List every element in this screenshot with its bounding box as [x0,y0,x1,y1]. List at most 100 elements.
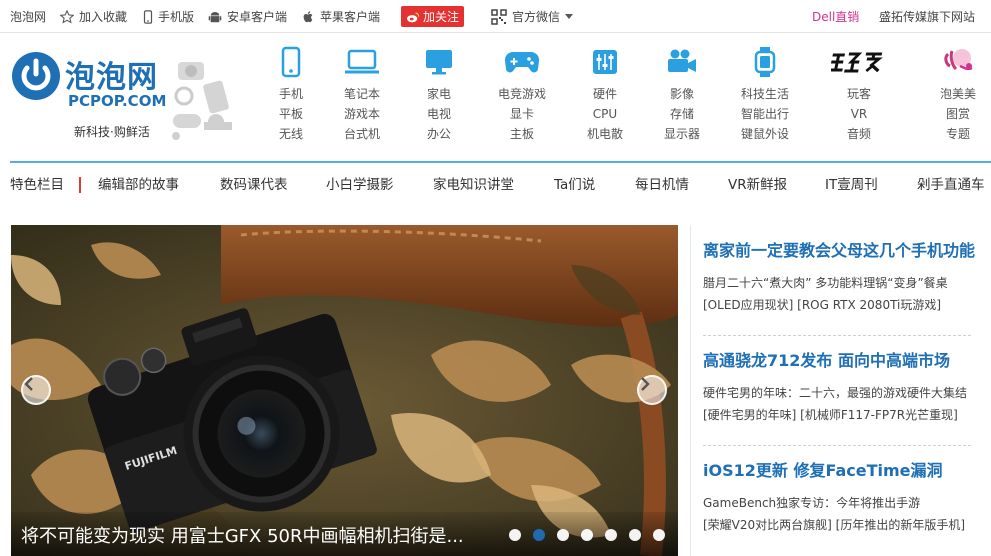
slider-dot[interactable] [581,529,593,541]
site-logo[interactable]: 泡泡网 PCPOP.COM 新科技·购鲜活 [10,48,240,158]
phone-icon [281,46,301,78]
nav-col-paomeimei-line-1[interactable]: 泡美美 [923,84,991,104]
slider-dot[interactable] [605,529,617,541]
mobile-version-link[interactable]: 手机版 [143,0,194,33]
subnav-item-they-say[interactable]: Ta们说 [554,164,595,206]
add-favorite-label: 加入收藏 [79,10,128,24]
nav-col-wanke[interactable]: 玩客 VR 音频 [824,46,894,144]
nav-col-appliance-line-2[interactable]: 电视 [404,104,474,124]
monitor-icon [426,50,452,75]
slider-next-button[interactable] [637,375,667,405]
nav-col-hardware-line-3[interactable]: 机电散 [570,124,640,144]
apple-icon [303,10,313,22]
nav-col-laptop-line-1[interactable]: 笔记本 [327,84,397,104]
news-block-2: 高通骁龙712发布 面向中高端市场 硬件宅男的年味：二十六，最强的游戏硬件大集结… [703,351,981,424]
android-icon [208,11,222,22]
news-line-2-1[interactable]: 硬件宅男的年味：二十六，最强的游戏硬件大集结 [703,384,981,402]
logo-subtitle: PCPOP.COM [68,92,167,110]
slider-dot[interactable] [557,529,569,541]
nav-col-wanke-line-2[interactable]: VR [824,104,894,124]
add-favorite-link[interactable]: 加入收藏 [60,0,127,33]
nav-col-hardware[interactable]: 硬件 CPU 机电散 [570,46,640,144]
nav-col-mobile-line-2[interactable]: 平板 [256,104,326,124]
subnav-item-appliance-lecture[interactable]: 家电知识讲堂 [433,164,514,206]
group-sites-link[interactable]: 盛拓传媒旗下网站 [879,0,975,33]
nav-col-mobile[interactable]: 手机 平板 无线 [256,46,326,144]
news-line-1-2[interactable]: [OLED应用现状] [ROG RTX 2080Ti玩游戏] [703,296,981,314]
slider-pagination [509,529,677,541]
slide-caption-bar: 将不可能变为现实 用富士GFX 50R中画幅相机扫街是... [11,512,678,556]
nav-col-wanke-line-1[interactable]: 玩客 [824,84,894,104]
news-line-1-1[interactable]: 腊月二十六“煮大肉” 多功能料理锅“变身”餐桌 [703,274,981,292]
slider-dot[interactable] [629,529,641,541]
news-line-2-2[interactable]: [硬件宅男的年味] [机械师F117-FP7R光芒重现] [703,406,981,424]
featured-separator [79,177,81,193]
dell-direct-link[interactable]: Dell直销 [812,0,859,33]
chevron-right-icon [641,377,650,391]
apple-client-link[interactable]: 苹果客户端 [301,0,380,33]
nav-col-tech-life[interactable]: 科技生活 智能出行 键鼠外设 [730,46,800,144]
weibo-follow-button[interactable]: 加关注 [401,0,465,33]
nav-col-imaging[interactable]: 影像 存储 显示器 [647,46,717,144]
nav-col-mobile-line-3[interactable]: 无线 [256,124,326,144]
featured-columns-nav: 特色栏目 编辑部的故事 数码课代表 小白学摄影 家电知识讲堂 Ta们说 每日机情… [0,164,991,206]
subnav-item-photo-school[interactable]: 小白学摄影 [326,164,394,206]
subnav-item-editorial-story[interactable]: 编辑部的故事 [98,164,179,206]
nav-col-laptop-line-3[interactable]: 台式机 [327,124,397,144]
watch-icon [754,47,776,77]
wechat-dropdown[interactable]: 官方微信 [491,0,574,33]
hardware-icon [593,50,617,74]
nav-col-tech-life-line-2[interactable]: 智能出行 [730,104,800,124]
subnav-item-daily-phone[interactable]: 每日机情 [635,164,689,206]
nav-col-wanke-line-3[interactable]: 音频 [824,124,894,144]
header-divider [10,161,991,163]
nav-col-mobile-line-1[interactable]: 手机 [256,84,326,104]
slider-dot[interactable] [653,529,665,541]
nav-col-appliance-line-3[interactable]: 办公 [404,124,474,144]
chevron-left-icon [24,377,33,391]
news-headline-1[interactable]: 离家前一定要教会父母这几个手机功能 [703,241,981,261]
nav-col-laptop-line-2[interactable]: 游戏本 [327,104,397,124]
news-block-3: iOS12更新 修复FaceTime漏洞 GameBench独家专访：今年将推出… [703,461,981,534]
news-line-3-2[interactable]: [荣耀V20对比两台旗舰] [历年推出的新年版手机] [703,516,981,534]
slider-prev-button[interactable] [21,375,51,405]
featured-slider[interactable]: FUJIFILM 将不可能变为现实 用富士GFX 50R中画幅相机扫街是... [11,225,678,556]
nav-col-tech-life-line-3[interactable]: 键鼠外设 [730,124,800,144]
laptop-icon [345,49,379,74]
nav-col-appliance[interactable]: 家电 电视 办公 [404,46,474,144]
logo-slogan: 新科技·购鲜活 [74,125,150,139]
weibo-badge: 加关注 [401,6,465,27]
nav-col-tech-life-line-1[interactable]: 科技生活 [730,84,800,104]
subnav-item-it-weekly[interactable]: IT壹周刊 [825,164,878,206]
subnav-item-vr-news[interactable]: VR新鲜报 [728,164,787,206]
news-headline-2[interactable]: 高通骁龙712发布 面向中高端市场 [703,351,981,371]
nav-col-gaming-line-1[interactable]: 电竞游戏 [487,84,557,104]
wechat-label: 官方微信 [512,10,561,24]
nav-col-gaming-line-3[interactable]: 主板 [487,124,557,144]
nav-col-gaming-line-2[interactable]: 显卡 [487,104,557,124]
slider-dot[interactable] [509,529,521,541]
nav-col-imaging-line-1[interactable]: 影像 [647,84,717,104]
nav-col-appliance-line-1[interactable]: 家电 [404,84,474,104]
nav-col-hardware-line-1[interactable]: 硬件 [570,84,640,104]
subnav-item-shopping[interactable]: 剁手直通车 [917,164,985,206]
subnav-item-digital-rep[interactable]: 数码课代表 [220,164,288,206]
gadget-doodle-icon [172,62,232,140]
nav-col-paomeimei-line-2[interactable]: 图赏 [923,104,991,124]
slider-dot[interactable] [533,529,545,541]
nav-col-laptop[interactable]: 笔记本 游戏本 台式机 [327,46,397,144]
slide-photo: FUJIFILM [11,225,678,556]
nav-col-hardware-line-2[interactable]: CPU [570,104,640,124]
headline-news-panel: 离家前一定要教会父母这几个手机功能 腊月二十六“煮大肉” 多功能料理锅“变身”餐… [690,225,991,556]
nav-col-paomeimei[interactable]: 泡美美 图赏 专题 [923,46,991,144]
nav-col-imaging-line-3[interactable]: 显示器 [647,124,717,144]
news-line-3-1[interactable]: GameBench独家专访：今年将推出手游 [703,494,981,512]
nav-col-gaming[interactable]: 电竞游戏 显卡 主板 [487,46,557,144]
nav-col-paomeimei-line-3[interactable]: 专题 [923,124,991,144]
news-headline-3[interactable]: iOS12更新 修复FaceTime漏洞 [703,461,981,481]
slide-caption-text[interactable]: 将不可能变为现实 用富士GFX 50R中画幅相机扫街是... [21,522,511,548]
qr-code-icon [491,8,507,25]
android-client-link[interactable]: 安卓客户端 [208,0,287,33]
site-link[interactable]: 泡泡网 [10,0,46,33]
nav-col-imaging-line-2[interactable]: 存储 [647,104,717,124]
